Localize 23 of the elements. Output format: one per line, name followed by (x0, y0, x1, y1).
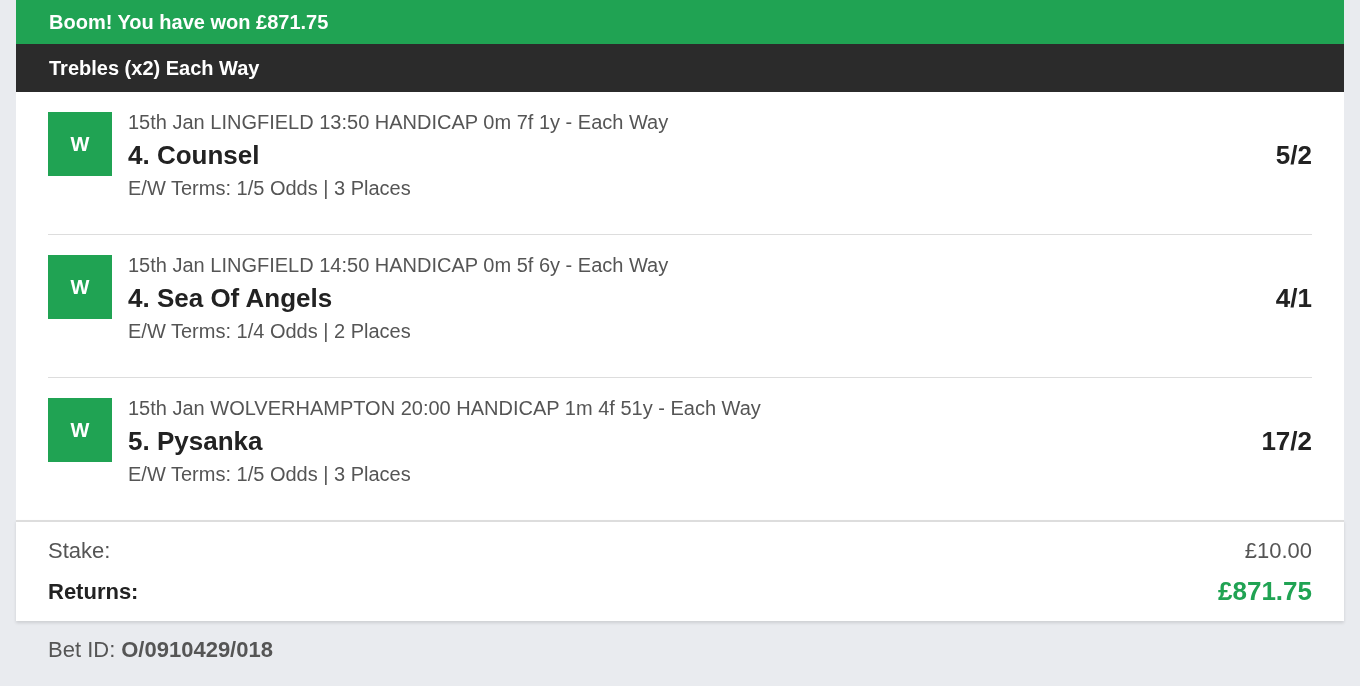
horse-name: 4. Counsel (128, 140, 260, 171)
odds: 4/1 (1275, 283, 1312, 314)
horse-name: 5. Pysanka (128, 426, 263, 457)
race-details: 15th Jan WOLVERHAMPTON 20:00 HANDICAP 1m 4f 51y - Each Way (128, 396, 762, 420)
stake-label: Stake: (48, 538, 111, 564)
bet-id: O/0910429/018 (121, 637, 273, 663)
each-way-terms: E/W Terms: 1/5 Odds | 3 Places (128, 177, 412, 200)
result-badge: W (48, 255, 112, 319)
horse-name: 4. Sea Of Angels (128, 283, 333, 314)
each-way-terms: E/W Terms: 1/5 Odds | 3 Places (128, 463, 412, 486)
bet-type-header: Trebles (x2) Each Way (16, 44, 1344, 92)
returns-label: Returns: (48, 578, 139, 605)
result-badge: W (48, 112, 112, 176)
bet-id-label: Bet ID: (48, 637, 116, 663)
result-badge: W (48, 398, 112, 462)
race-details: 15th Jan LINGFIELD 14:50 HANDICAP 0m 5f 6y - Each Way (128, 253, 670, 277)
stake-amount: £10.00 (1244, 538, 1312, 564)
odds: 17/2 (1261, 426, 1312, 457)
odds: 5/2 (1275, 140, 1312, 171)
each-way-terms: E/W Terms: 1/4 Odds | 2 Places (128, 320, 412, 343)
returns-amount: £871.75 (1218, 576, 1312, 607)
win-banner: Boom! You have won £871.75 (16, 0, 1344, 44)
race-details: 15th Jan LINGFIELD 13:50 HANDICAP 0m 7f 1y - Each Way (128, 110, 670, 134)
